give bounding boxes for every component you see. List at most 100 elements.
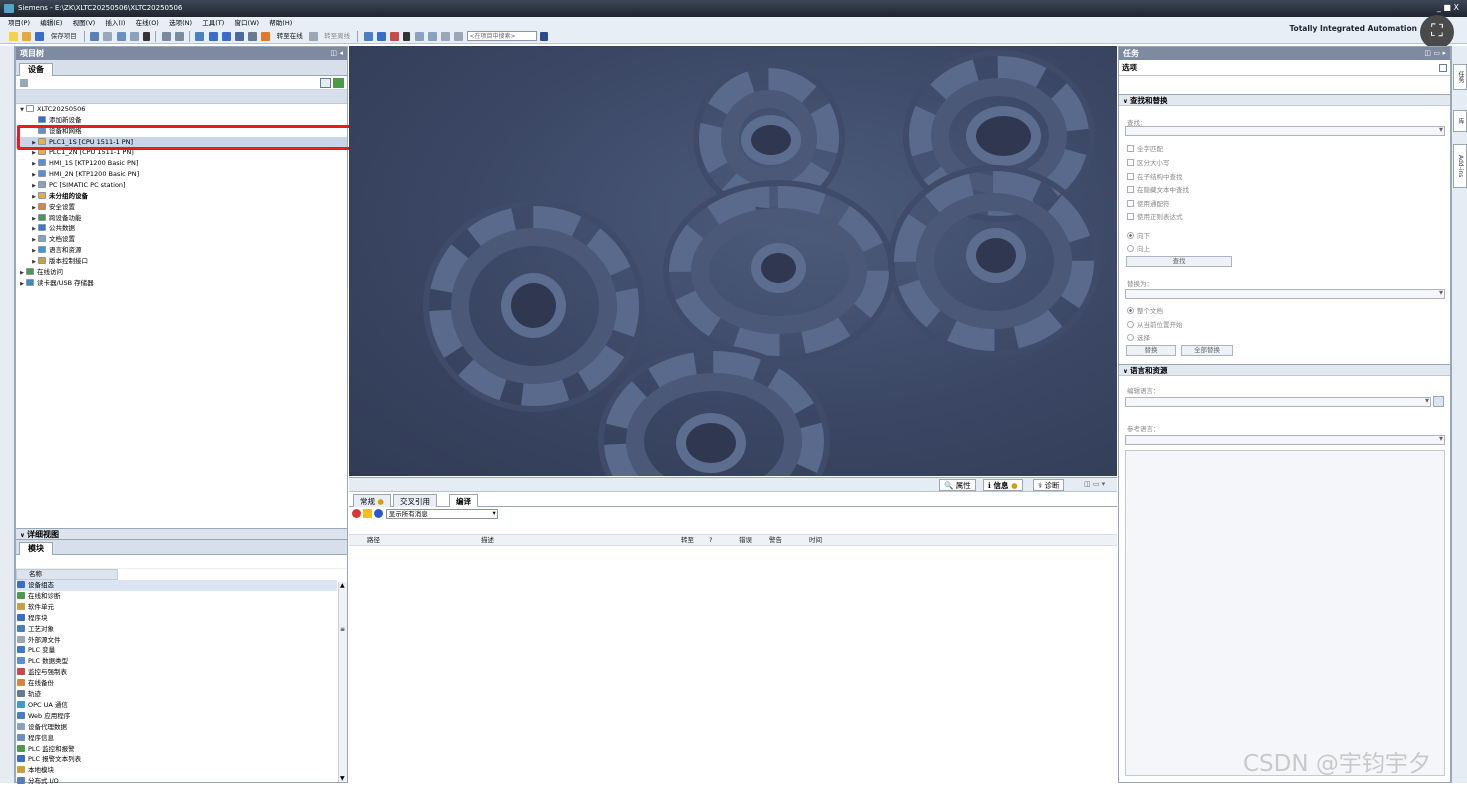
tree-item[interactable]: ▶ 文档设置 xyxy=(16,234,347,245)
cross-reference-icon[interactable] xyxy=(403,32,411,41)
tree-item[interactable]: ▶ 跨设备功能 xyxy=(16,213,347,224)
upload-icon[interactable] xyxy=(221,32,231,41)
add-item-icon[interactable] xyxy=(333,78,344,88)
radio-whole-document[interactable]: 整个文档 xyxy=(1127,305,1163,315)
window-icon[interactable] xyxy=(441,32,451,41)
menu-window[interactable]: 窗口(W) xyxy=(235,17,260,29)
tab-compile[interactable]: 编译 xyxy=(449,494,478,507)
find-button[interactable]: 查找 xyxy=(1126,256,1232,267)
tree-item[interactable]: ▶ 公共数据 xyxy=(16,223,347,234)
tree-item[interactable]: ▶ HMI_1S [KTP1200 Basic PN] xyxy=(16,158,347,169)
error-filter-icon[interactable] xyxy=(352,509,361,518)
go-online-icon[interactable] xyxy=(261,32,271,41)
detail-item[interactable]: 在线备份 xyxy=(17,678,337,689)
check-use-wildcards[interactable]: 使用通配符 xyxy=(1127,198,1170,208)
radio-down[interactable]: 向下 xyxy=(1127,230,1150,240)
language-settings-icon[interactable] xyxy=(1433,396,1444,407)
collapsed-arrow-icon[interactable]: ▶ xyxy=(18,279,26,290)
fullscreen-expand-icon[interactable]: ⛶ xyxy=(1420,15,1454,49)
go-offline-icon[interactable] xyxy=(308,32,318,41)
radio-up[interactable]: 向上 xyxy=(1127,243,1150,253)
side-tab-tasks[interactable]: 任务 xyxy=(1453,64,1467,90)
cut-icon[interactable] xyxy=(103,32,113,41)
detail-item[interactable]: PLC 监控和报警 xyxy=(17,744,337,755)
detail-item[interactable]: 软件单元 xyxy=(17,602,337,613)
task-card-controls[interactable]: ◫ ▭ ▸ xyxy=(1424,47,1446,60)
column-goto[interactable]: 转至 xyxy=(681,535,694,545)
menu-options[interactable]: 选项(N) xyxy=(169,17,192,29)
start-cpu-icon[interactable] xyxy=(376,32,386,41)
detail-item[interactable]: PLC 报警文本列表 xyxy=(17,754,337,765)
detail-item[interactable]: 本地模块 xyxy=(17,765,337,776)
tab-general[interactable]: 常规 ● xyxy=(353,494,391,507)
tab-properties[interactable]: 🔍 属性 xyxy=(939,479,976,491)
undo-icon[interactable] xyxy=(161,32,171,41)
save-icon[interactable] xyxy=(35,32,45,41)
open-project-icon[interactable] xyxy=(22,32,32,41)
scroll-grip-icon[interactable]: ≡ xyxy=(340,626,345,633)
tree-item[interactable]: ▶ 读卡器/USB 存储器 xyxy=(16,278,347,289)
overview-icon[interactable] xyxy=(320,78,331,88)
detail-item[interactable]: OPC UA 通信 xyxy=(17,700,337,711)
menu-help[interactable]: 帮助(H) xyxy=(269,17,292,29)
download-icon[interactable] xyxy=(208,32,218,41)
tab-cross-references[interactable]: 交叉引用 xyxy=(393,494,437,507)
detail-item[interactable]: 工艺对象 xyxy=(17,624,337,635)
check-use-regex[interactable]: 使用正则表达式 xyxy=(1127,211,1183,221)
detail-item[interactable]: 监控与强制表 xyxy=(17,667,337,678)
warning-filter-icon[interactable] xyxy=(363,509,373,518)
redo-icon[interactable] xyxy=(174,32,184,41)
tab-diagnostics[interactable]: ⚕ 诊断 xyxy=(1033,479,1065,491)
new-project-icon[interactable] xyxy=(9,32,18,41)
column-time[interactable]: 时间 xyxy=(809,535,822,545)
replace-button[interactable]: 替换 xyxy=(1126,345,1176,356)
paste-icon[interactable] xyxy=(129,32,139,41)
column-warnings[interactable]: 警告 xyxy=(769,535,782,545)
menu-insert[interactable]: 插入(I) xyxy=(105,17,125,29)
hide-icon[interactable] xyxy=(454,32,464,41)
go-online-button[interactable]: 转至在线 xyxy=(277,29,303,44)
copy-icon[interactable] xyxy=(116,32,126,41)
detail-column-name[interactable]: 名称 xyxy=(16,569,118,580)
menu-tools[interactable]: 工具(T) xyxy=(202,17,224,29)
detail-item[interactable]: 轨迹 xyxy=(17,689,337,700)
find-input[interactable] xyxy=(1125,125,1445,136)
tree-item[interactable]: ▼ XLTC20250506 xyxy=(16,104,347,115)
scroll-up-icon[interactable]: ▲ xyxy=(340,582,345,589)
tab-modules[interactable]: 模块 xyxy=(19,542,53,555)
tree-settings-icon[interactable] xyxy=(20,79,28,87)
reference-language-select[interactable] xyxy=(1125,434,1445,445)
editing-language-select[interactable] xyxy=(1125,396,1431,407)
scroll-down-icon[interactable]: ▼ xyxy=(340,775,345,782)
menu-project[interactable]: 项目(P) xyxy=(8,17,30,29)
detail-item[interactable]: Web 应用程序 xyxy=(17,711,337,722)
split-vertical-icon[interactable] xyxy=(427,32,437,41)
column-path[interactable]: 路径 xyxy=(367,535,380,545)
replace-all-button[interactable]: 全部替换 xyxy=(1181,345,1233,356)
menu-edit[interactable]: 编辑(E) xyxy=(40,17,62,29)
check-find-in-substructures[interactable]: 在子结构中查找 xyxy=(1127,171,1183,181)
menu-online[interactable]: 在线(O) xyxy=(136,17,159,29)
message-filter-select[interactable]: 显示所有消息 ▾ xyxy=(385,509,498,519)
binoculars-icon[interactable] xyxy=(539,32,548,41)
print-icon[interactable] xyxy=(90,32,100,41)
detail-item[interactable]: 设备组态 xyxy=(17,580,337,591)
tree-item[interactable]: ▶ 在线访问 xyxy=(16,267,347,278)
detail-item[interactable]: 程序块 xyxy=(17,613,337,624)
delete-icon[interactable] xyxy=(143,32,151,41)
info-filter-icon[interactable] xyxy=(374,509,384,518)
detail-item[interactable]: 在线和诊断 xyxy=(17,591,337,602)
accessible-devices-icon[interactable] xyxy=(363,32,373,41)
collapse-panel-icon[interactable]: ◫ ◂ xyxy=(330,47,343,60)
tree-item[interactable]: ▶ 版本控制接口 xyxy=(16,256,347,267)
options-layout-icon[interactable] xyxy=(1439,64,1447,72)
inspector-window-controls[interactable]: ◫ ▭ ▾ xyxy=(1084,480,1105,488)
tab-devices[interactable]: 设备 xyxy=(19,63,53,76)
check-whole-word[interactable]: 全字匹配 xyxy=(1127,143,1163,153)
window-controls[interactable]: _ ■ X xyxy=(1437,3,1459,12)
simulation-icon[interactable] xyxy=(234,32,244,41)
stop-cpu-icon[interactable] xyxy=(390,32,400,41)
check-find-in-hidden-text[interactable]: 在隐藏文本中查找 xyxy=(1127,184,1189,194)
tree-item[interactable]: ▶ HMI_2N [KTP1200 Basic PN] xyxy=(16,169,347,180)
detail-scrollbar[interactable]: ▲ ≡ ▼ xyxy=(338,582,347,782)
